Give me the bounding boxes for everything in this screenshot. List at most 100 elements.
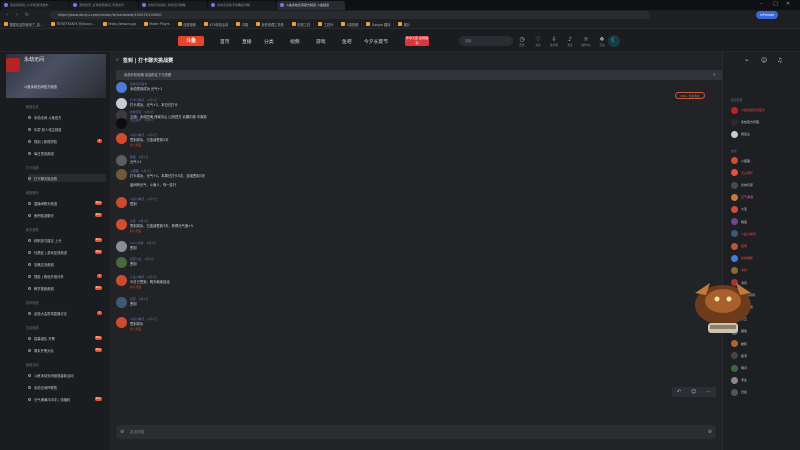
back-icon[interactable]: ‹ [4, 12, 10, 18]
username[interactable]: 斗鱼小精灵 [130, 317, 144, 321]
nav-link[interactable]: 今夕长夏节 [364, 38, 388, 45]
username[interactable]: 玩家 [130, 297, 136, 301]
sidebar-section-title[interactable]: 新手指导 [26, 227, 39, 232]
member-item[interactable]: 永劫萌新 [731, 254, 799, 262]
sidebar-item[interactable]: 鱼吧精选聊天 99+ [28, 211, 106, 219]
new-messages-pill[interactable]: 100+ 条新消息 [675, 92, 705, 99]
member-item[interactable]: 无尘落叶 [731, 169, 799, 177]
username[interactable]: 无尘落叶 [130, 118, 142, 122]
sidebar-section-title[interactable]: 频道活动 [26, 362, 39, 367]
nav-link[interactable]: 游戏 [316, 38, 326, 45]
member-item[interactable]: 斗鱼永劫无间官方 [731, 106, 799, 114]
sidebar-item[interactable]: 规则 | 新规须知 1 [28, 137, 106, 145]
close-icon[interactable]: ✕ [786, 1, 790, 7]
username[interactable]: 斗鱼小精灵 [130, 275, 144, 279]
bookmark-item[interactable]: Maker Playrs [143, 22, 170, 26]
bookmark-item[interactable]: 我的收藏工具条 [256, 22, 284, 27]
username[interactable]: Cerry风铃 [130, 241, 144, 245]
sidebar-item[interactable]: 吐槽区 | 游戏反馈频道 99+ [28, 248, 106, 256]
sidebar-section-title[interactable]: 频道信息 [26, 104, 39, 109]
avatar[interactable] [116, 197, 127, 208]
bookmark-item[interactable]: 工具外 [318, 22, 333, 27]
creator-button[interactable]: ☼ 创作中心 [579, 36, 593, 47]
sidebar-item[interactable]: 教学视频频道 99+ [28, 284, 106, 292]
member-item[interactable]: 永劫官方管理 [731, 118, 799, 126]
browser-tab[interactable]: 永劫无间最新_永劫无间攻略 [139, 0, 207, 10]
member-item[interactable]: 元气满满 [731, 193, 799, 201]
avatar[interactable] [116, 133, 127, 144]
avatar[interactable] [116, 297, 127, 308]
avatar[interactable] [116, 241, 127, 252]
username[interactable]: 打卡小助手 [130, 98, 144, 102]
bookmark-item[interactable]: 中路 [236, 22, 248, 27]
member-item[interactable]: 浮生 [731, 376, 799, 384]
add-icon[interactable]: ⊕ [708, 425, 712, 439]
bookmark-item[interactable]: 影视工具 [291, 22, 310, 27]
member-item[interactable]: 斗鱼小精灵 [731, 230, 799, 238]
member-item[interactable]: 破晓 [731, 340, 799, 348]
plus-icon[interactable]: ⊕ [120, 425, 124, 439]
sidebar-item[interactable]: 永劫无间 斗鱼官方 [28, 113, 106, 121]
minimize-icon[interactable]: – [760, 1, 763, 7]
refresh-icon[interactable]: ↻ [24, 12, 30, 18]
floating-mascot[interactable] [690, 265, 756, 339]
promo-badge[interactable]: 年中大促 鱼吧福利 [405, 36, 429, 46]
member-item[interactable]: 频道主 [731, 130, 799, 138]
sidebar-item[interactable]: 每日签到频道 [28, 149, 106, 157]
sidebar-item[interactable]: 武道大会赛事直播讨论 1 [28, 309, 106, 317]
message-button[interactable]: ♪ 消息 [563, 36, 577, 47]
avatar[interactable] [116, 118, 127, 129]
browser-tab[interactable]: 游戏世界_全球游戏新闻_手游资讯 [70, 0, 138, 10]
sidebar-item[interactable]: 转职技巧建议 上分 99+ [28, 236, 106, 244]
sidebar-item[interactable]: 攻略交流频道 [28, 260, 106, 268]
member-item[interactable]: 永劫玩家 [731, 181, 799, 189]
more-icon[interactable]: ⋯ [706, 389, 711, 395]
username[interactable]: 玩家小龙 [130, 257, 142, 261]
maximize-icon[interactable]: □ [773, 1, 778, 7]
sidebar-item[interactable]: 斗鱼永劫无间频道最新活动 [28, 371, 106, 379]
client-button[interactable]: ⇩ 客户端 [547, 36, 561, 47]
browser-tab-active[interactable]: 斗鱼永劫无间官方频道 斗鱼频道 [277, 0, 345, 10]
username[interactable]: 暗夜 [130, 155, 136, 159]
sidebar-section-title[interactable]: 赛事频道 [26, 300, 39, 305]
bookmark-item[interactable]: 自搜视频 [177, 22, 196, 27]
search-input[interactable]: 搜索 [459, 36, 513, 46]
notification-icon[interactable]: ⌁ [745, 57, 749, 64]
history-button[interactable]: ◷ 历史 [515, 36, 529, 47]
member-item[interactable]: 归途 [731, 388, 799, 396]
avatar[interactable] [116, 257, 127, 268]
browser-tab[interactable]: 我最新鲜真_hp手机游戏发布… [1, 0, 69, 10]
member-item[interactable]: 大圣 [731, 205, 799, 213]
avatar[interactable] [116, 155, 127, 166]
sidebar-item[interactable]: 招募组队 开黑 99+ [28, 334, 106, 342]
browser-tab[interactable]: 永劫无间新手攻略和详解 [208, 0, 276, 10]
sidebar-section-title[interactable]: 频道聊天 [26, 190, 39, 195]
sidebar-section-title[interactable]: 互动频道 [26, 325, 39, 330]
site-logo[interactable]: 斗鱼 [178, 36, 204, 46]
sidebar-item[interactable]: 永劫无间杯联赛 [28, 383, 106, 391]
sidebar-item[interactable]: 直播间聊天频道 99+ [28, 199, 106, 207]
bell-icon[interactable]: ♫ [777, 57, 782, 64]
sidebar-item[interactable]: 乐蒙·双人领主频道 [28, 125, 106, 133]
message-input[interactable]: ⊕ 发送消息 ⊕ [116, 425, 716, 439]
member-item[interactable]: 星河 [731, 352, 799, 360]
search-icon[interactable]: ⌕ [116, 57, 119, 63]
bookmark-item[interactable]: 5游视频 [341, 22, 358, 27]
forward-icon[interactable]: › [14, 12, 20, 18]
avatar[interactable] [116, 169, 127, 180]
pinned-notice[interactable]: 永劫升阶攻略 欢迎前往下方查看 ✕ [116, 70, 722, 80]
event-button[interactable]: ❖ 活动 [595, 36, 609, 47]
sidebar-section-title[interactable]: 打卡频道 [26, 165, 39, 170]
sidebar-item[interactable]: 元气满满冲冲冲 | 领福利 99+ [28, 395, 106, 403]
bookmark-item[interactable]: Google 翻译 [366, 22, 390, 27]
avatar[interactable] [116, 98, 127, 109]
member-item[interactable]: 夜雨 [731, 242, 799, 250]
url-field[interactable]: https://www.douyu.com/creator/#/clanboar… [50, 11, 650, 19]
member-item[interactable]: 暗夜 [731, 218, 799, 226]
reply-icon[interactable]: ↶ [677, 389, 681, 395]
bookmark-item[interactable]: TKTKTTKSKTK @douyu... [50, 22, 95, 26]
nav-link[interactable]: 分类 [264, 38, 274, 45]
user-avatar[interactable]: ☾ [608, 35, 620, 47]
sidebar-item[interactable]: 周末开黑大队 99+ [28, 346, 106, 354]
username[interactable]: 大圣 [130, 219, 136, 223]
